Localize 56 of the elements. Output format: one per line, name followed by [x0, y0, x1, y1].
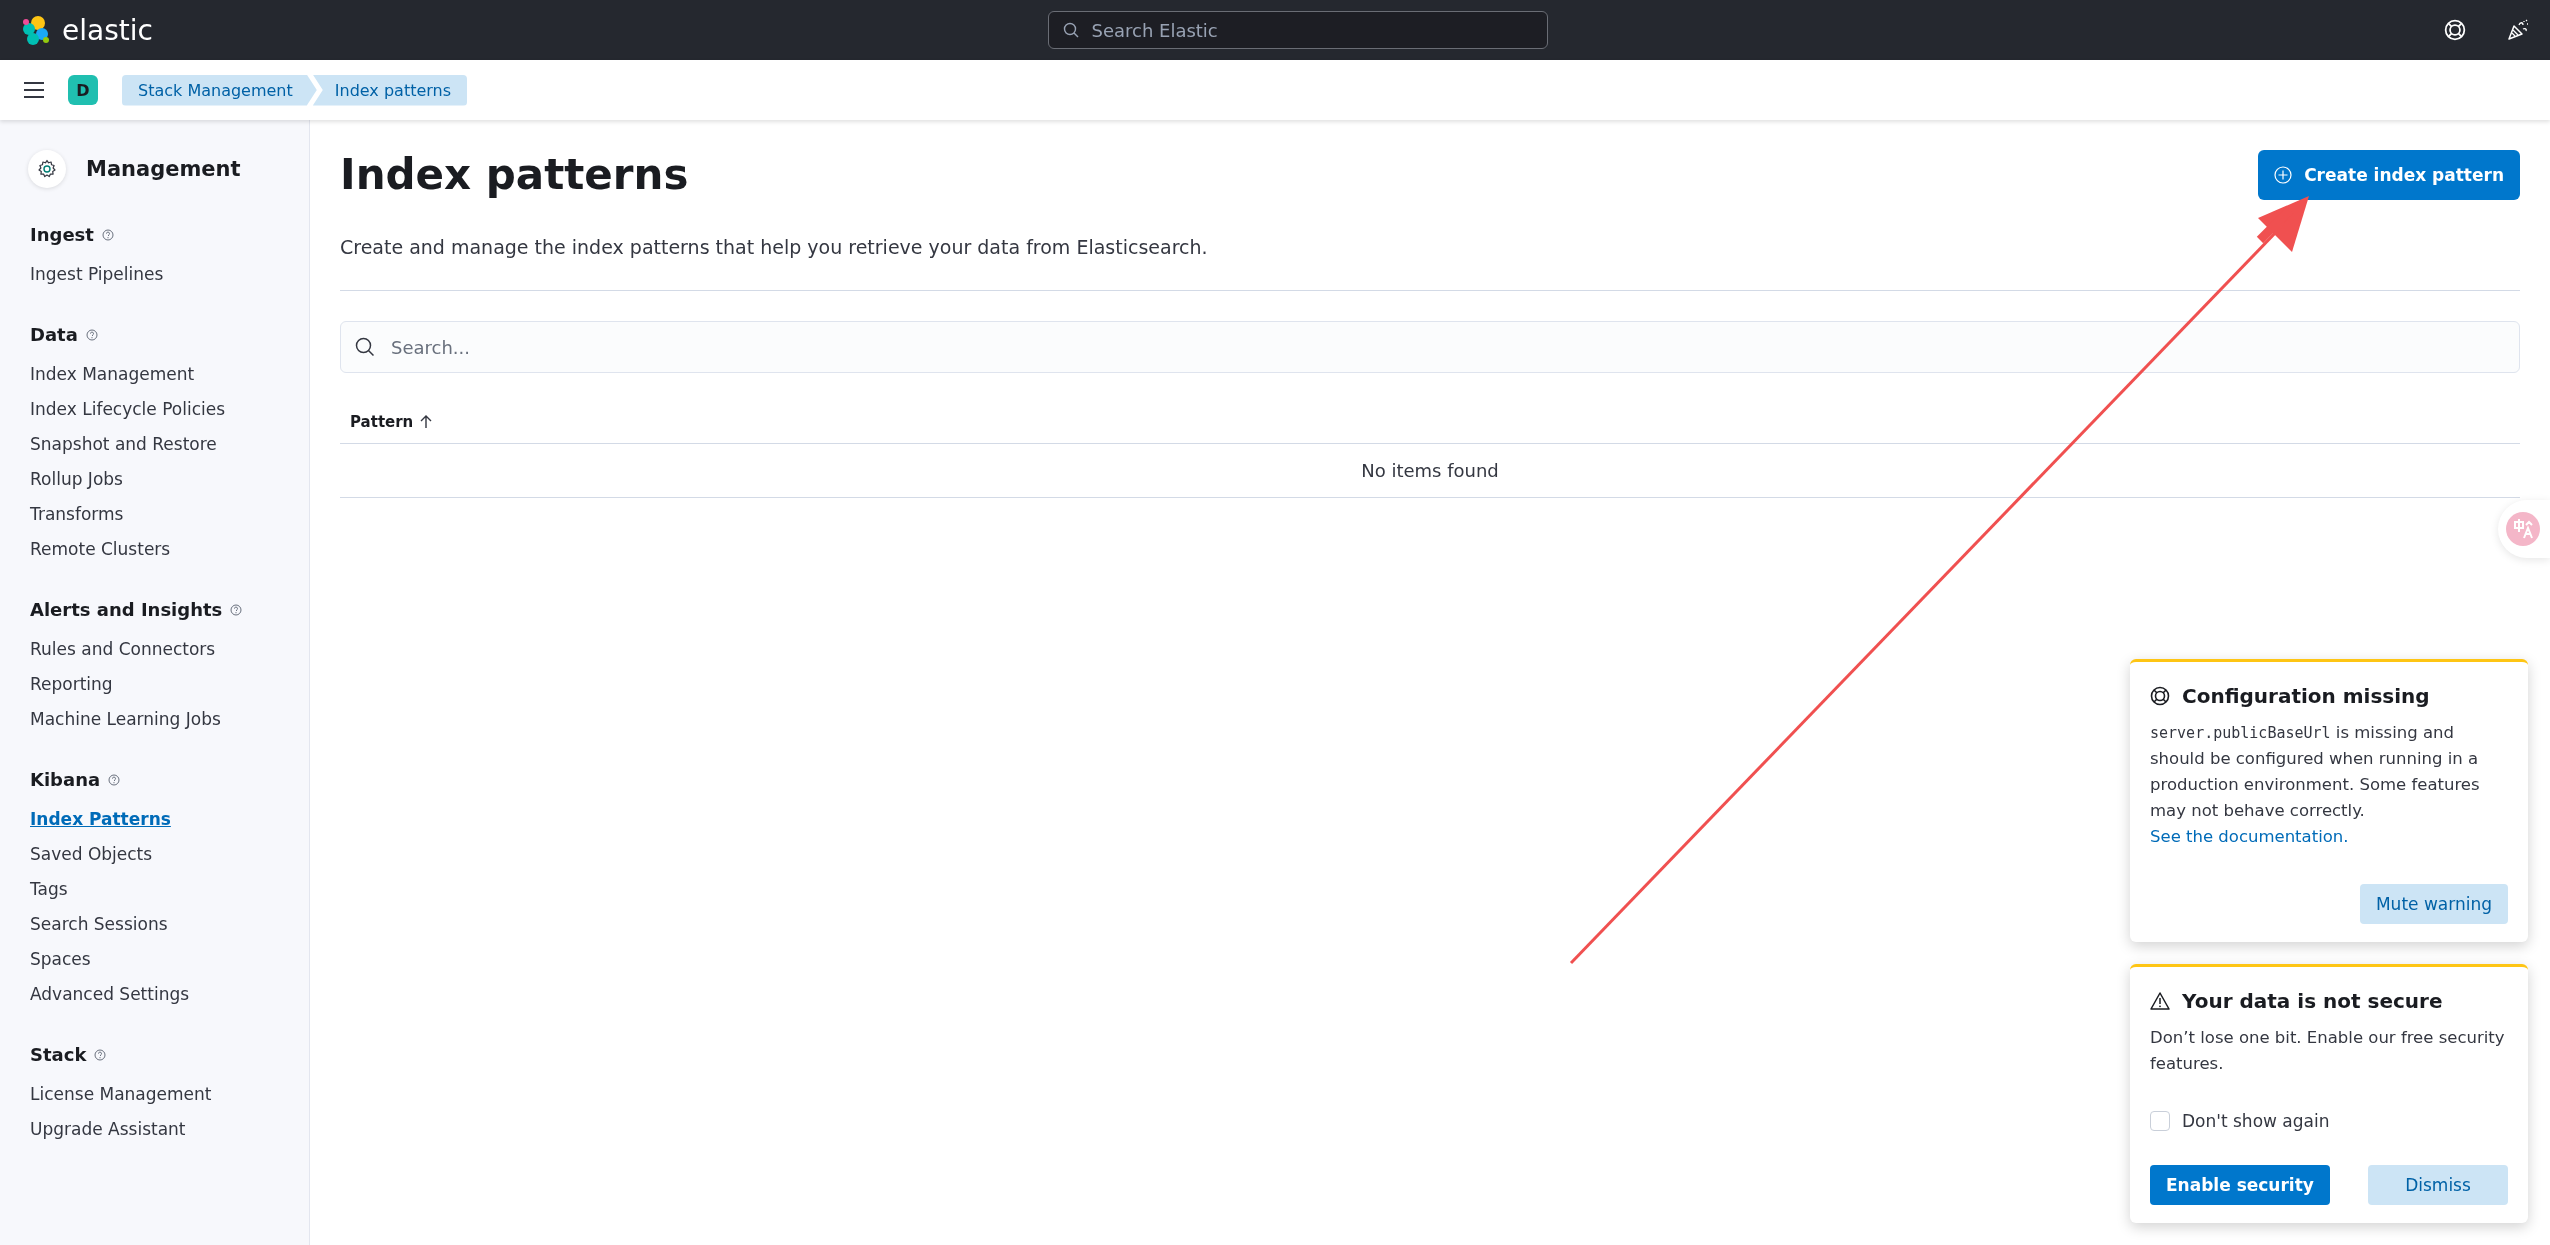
- sidebar-item[interactable]: Remote Clusters: [30, 532, 171, 567]
- checkbox[interactable]: [2150, 1111, 2170, 1131]
- page-title: Index patterns: [340, 150, 689, 199]
- space-badge[interactable]: D: [68, 75, 98, 105]
- search-field[interactable]: Search Elastic: [1048, 11, 1549, 49]
- documentation-link[interactable]: See the documentation.: [2150, 827, 2349, 846]
- sidebar-item[interactable]: Advanced Settings: [30, 977, 190, 1012]
- sidebar-item[interactable]: Index Patterns: [30, 802, 171, 837]
- sidebar-item[interactable]: Rollup Jobs: [30, 462, 123, 497]
- sidebar-item[interactable]: Saved Objects: [30, 837, 153, 872]
- logo-icon[interactable]: [20, 14, 52, 46]
- menu-icon[interactable]: [24, 82, 44, 98]
- page-description: Create and manage the index patterns that help you retrieve your data from Elasticsearch.: [340, 236, 1209, 258]
- sidebar-item[interactable]: Index Management: [30, 357, 195, 392]
- create-button[interactable]: Create index pattern: [2258, 150, 2520, 200]
- toast-title: Configuration missing: [2182, 684, 2430, 708]
- search-input[interactable]: Search...: [389, 335, 2505, 359]
- plus-circle-icon: [2274, 166, 2293, 184]
- checkbox-label: Don't show again: [2182, 1111, 2330, 1131]
- search-input[interactable]: Search Elastic: [1089, 18, 1534, 42]
- secondary-button[interactable]: Dismiss: [2368, 1165, 2508, 1205]
- translate-icon[interactable]: [2506, 512, 2540, 546]
- sidebar-item[interactable]: Search Sessions: [30, 907, 168, 942]
- settings-icon: [28, 150, 66, 188]
- toast-title: Your data is not secure: [2182, 989, 2443, 1013]
- sidebar-item[interactable]: Transforms: [30, 497, 124, 532]
- logo-text[interactable]: elastic: [62, 13, 153, 47]
- party-popper-icon[interactable]: [2506, 18, 2530, 42]
- secondary-button[interactable]: Mute warning: [2359, 884, 2508, 924]
- warning-icon: [2150, 992, 2170, 1010]
- sidebar-item[interactable]: Spaces: [30, 942, 91, 977]
- breadcrumb[interactable]: Index patterns: [312, 74, 468, 106]
- section-heading: Data: [30, 324, 78, 345]
- breadcrumb[interactable]: Stack Management: [122, 74, 317, 106]
- toast-message: Don’t lose one bit. Enable our free security features.: [2150, 1027, 2506, 1075]
- sidebar-item[interactable]: Snapshot and Restore: [30, 427, 217, 462]
- sidebar-item[interactable]: Reporting: [30, 667, 113, 702]
- column-header[interactable]: Pattern: [350, 413, 414, 431]
- sidebar-item[interactable]: License Management: [30, 1077, 212, 1112]
- sidebar-item[interactable]: Ingest Pipelines: [30, 257, 164, 292]
- sidebar-item[interactable]: Rules and Connectors: [30, 632, 216, 667]
- sort-ascending-icon[interactable]: [419, 415, 434, 429]
- section-heading: Ingest: [30, 224, 94, 245]
- sidebar-item[interactable]: Index Lifecycle Policies: [30, 392, 226, 427]
- section-heading: Alerts and Insights: [30, 599, 223, 620]
- empty-message: No items found: [340, 444, 2520, 498]
- primary-button[interactable]: Enable security: [2150, 1165, 2330, 1205]
- section-heading: Kibana: [30, 769, 101, 790]
- search-icon: [355, 337, 375, 357]
- toast-message: server.publicBaseUrl is missing and should be configured when running in a production environment. Some features may not behave correctly. See the documentation.: [2150, 722, 2481, 848]
- sidebar-item[interactable]: Machine Learning Jobs: [30, 702, 221, 737]
- sidebar-title: Management: [86, 157, 241, 181]
- sidebar-item[interactable]: Tags: [30, 872, 68, 907]
- section-heading: Stack: [30, 1044, 87, 1065]
- sidebar-item[interactable]: Upgrade Assistant: [30, 1112, 186, 1147]
- search-icon: [1063, 22, 1080, 38]
